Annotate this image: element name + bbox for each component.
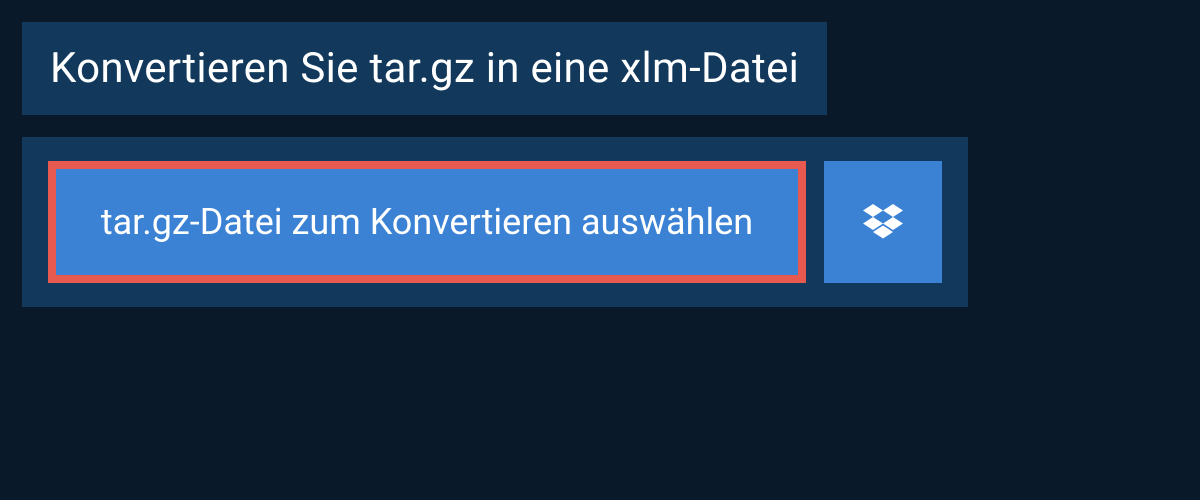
dropbox-icon — [863, 204, 903, 240]
select-file-button[interactable]: tar.gz-Datei zum Konvertieren auswählen — [48, 161, 806, 283]
converter-panel: Konvertieren Sie tar.gz in eine xlm-Date… — [0, 0, 1200, 329]
page-title: Konvertieren Sie tar.gz in eine xlm-Date… — [50, 44, 799, 93]
page-title-box: Konvertieren Sie tar.gz in eine xlm-Date… — [22, 22, 827, 115]
select-file-label: tar.gz-Datei zum Konvertieren auswählen — [101, 201, 753, 243]
dropbox-button[interactable] — [824, 161, 942, 283]
upload-area: tar.gz-Datei zum Konvertieren auswählen — [22, 137, 968, 307]
